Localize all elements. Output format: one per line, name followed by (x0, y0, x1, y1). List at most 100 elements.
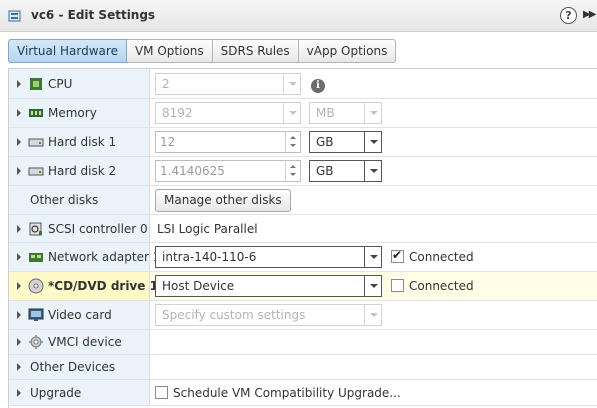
vm-settings-icon (8, 10, 21, 22)
hard-disk-2-size-input[interactable]: 1.4140625 (155, 160, 301, 182)
row-label-cell: *CD/DVD drive 1 (9, 272, 158, 300)
expand-arrow-icon[interactable] (17, 109, 21, 117)
row-label-cell: VMCI device (9, 330, 150, 354)
hardware-row-hard-disk-1: Hard disk 1 12 GB (9, 128, 597, 157)
row-label-cell: CPU (9, 69, 150, 98)
cd-dvd-connected-label: Connected (409, 279, 474, 293)
settings-tabs: Virtual Hardware VM Options SDRS Rules v… (8, 39, 397, 63)
hard-disk-1-label: Hard disk 1 (48, 135, 117, 149)
cd-dvd-label: *CD/DVD drive 1 (48, 279, 158, 293)
network-value: intra-140-110-6 (162, 250, 257, 264)
vmci-device-label: VMCI device (48, 335, 122, 349)
cd-dvd-icon (28, 278, 44, 294)
vmci-device-icon (29, 335, 43, 349)
cd-dvd-source-select[interactable]: Host Device (155, 275, 382, 297)
tab-sdrs-rules[interactable]: SDRS Rules (212, 39, 299, 63)
row-label-cell: Network adapter 1 (9, 243, 160, 271)
network-adapter-label: Network adapter 1 (48, 250, 161, 264)
cpu-icon (30, 77, 42, 90)
row-label-cell: Hard disk 2 (9, 157, 150, 185)
expand-arrow-icon[interactable] (17, 138, 21, 146)
hardware-row-scsi-controller: SCSI controller 0 LSI Logic Parallel (9, 215, 597, 243)
scsi-controller-label: SCSI controller 0 (48, 221, 148, 236)
network-adapter-icon (29, 253, 43, 262)
memory-label: Memory (48, 106, 97, 120)
spinner-arrows-icon[interactable] (285, 132, 300, 152)
cpu-label: CPU (48, 76, 73, 91)
expand-panel-icon[interactable]: ▶▶ (583, 9, 596, 20)
dialog-titlebar: vc6 - Edit Settings ? ▶▶ (0, 0, 597, 32)
expand-arrow-icon[interactable] (17, 224, 21, 233)
info-icon[interactable]: i (311, 79, 325, 93)
manage-other-disks-button[interactable]: Manage other disks (155, 189, 291, 212)
video-card-icon (28, 308, 44, 321)
dialog-title: vc6 - Edit Settings (31, 8, 156, 22)
hardware-row-network-adapter: Network adapter 1 intra-140-110-6 Connec… (9, 243, 597, 272)
network-connected-checkbox[interactable] (391, 248, 404, 263)
hardware-row-other-devices: Other Devices (9, 355, 597, 380)
hardware-row-cd-dvd-drive[interactable]: *CD/DVD drive 1 Host Device Connected (9, 272, 597, 301)
tab-vapp-options[interactable]: vApp Options (298, 39, 397, 63)
help-icon[interactable]: ? (560, 7, 577, 24)
other-disks-label: Other disks (30, 193, 99, 207)
cd-dvd-connected-checkbox[interactable] (391, 279, 404, 292)
expand-arrow-icon[interactable] (17, 167, 21, 175)
expand-arrow-icon[interactable] (17, 338, 21, 346)
row-label-cell: Video card (9, 301, 150, 329)
expand-arrow-icon[interactable] (17, 388, 21, 397)
row-label-cell: Other disks (9, 186, 150, 214)
memory-size-select[interactable]: 8192 (155, 102, 301, 124)
hard-disk-1-unit-value: GB (316, 135, 334, 149)
row-label-cell: Upgrade (9, 380, 150, 405)
hardware-row-vmci-device: VMCI device (9, 330, 597, 355)
chevron-down-icon (364, 276, 381, 296)
memory-unit-select[interactable]: MB (309, 102, 382, 124)
upgrade-label: Upgrade (30, 385, 82, 400)
cpu-count-select[interactable]: 2 (155, 73, 301, 95)
hardware-row-hard-disk-2: Hard disk 2 1.4140625 GB (9, 157, 597, 186)
hardware-row-other-disks: Other disks Manage other disks (9, 186, 597, 215)
video-card-settings-value: Specify custom settings (162, 308, 306, 322)
expand-arrow-icon[interactable] (17, 79, 21, 88)
row-label-cell: SCSI controller 0 (9, 215, 150, 242)
memory-unit-value: MB (316, 106, 335, 120)
scsi-controller-icon (29, 222, 42, 235)
memory-icon (29, 109, 43, 117)
tab-virtual-hardware[interactable]: Virtual Hardware (8, 39, 127, 63)
expand-arrow-icon[interactable] (17, 282, 21, 290)
hardware-row-cpu: CPU 2 i (9, 69, 597, 99)
row-label-cell: Memory (9, 99, 150, 127)
hardware-row-video-card: Video card Specify custom settings (9, 301, 597, 330)
hardware-row-upgrade: Upgrade Schedule VM Compatibility Upgrad… (9, 380, 597, 406)
hard-disk-2-label: Hard disk 2 (48, 164, 117, 178)
hard-disk-icon (28, 167, 44, 176)
other-devices-label: Other Devices (30, 360, 116, 374)
chevron-down-icon (364, 103, 381, 123)
chevron-down-icon (364, 305, 381, 325)
chevron-down-icon (364, 161, 381, 181)
network-connected-label: Connected (409, 250, 474, 264)
row-label-cell: Hard disk 1 (9, 128, 150, 156)
expand-arrow-icon[interactable] (17, 363, 21, 371)
cd-dvd-source-value: Host Device (162, 279, 235, 293)
chevron-down-icon (283, 74, 300, 94)
hard-disk-icon (28, 138, 44, 147)
chevron-down-icon (283, 103, 300, 123)
hard-disk-1-size-input[interactable]: 12 (155, 131, 301, 153)
schedule-upgrade-label: Schedule VM Compatibility Upgrade... (173, 385, 401, 400)
spinner-arrows-icon[interactable] (285, 161, 300, 181)
hardware-row-memory: Memory 8192 MB (9, 99, 597, 128)
hard-disk-1-unit-select[interactable]: GB (309, 131, 382, 153)
network-select[interactable]: intra-140-110-6 (155, 246, 382, 268)
chevron-down-icon (364, 247, 381, 267)
video-card-settings-select[interactable]: Specify custom settings (155, 304, 382, 326)
expand-arrow-icon[interactable] (17, 311, 21, 319)
tab-vm-options[interactable]: VM Options (126, 39, 213, 63)
hard-disk-2-size-value: 1.4140625 (160, 164, 225, 178)
cpu-count-value: 2 (162, 77, 170, 91)
expand-arrow-icon[interactable] (17, 253, 21, 261)
hard-disk-2-unit-select[interactable]: GB (309, 160, 382, 182)
row-label-cell: Other Devices (9, 355, 150, 379)
scsi-controller-type: LSI Logic Parallel (157, 221, 258, 236)
schedule-upgrade-checkbox[interactable] (155, 385, 168, 399)
